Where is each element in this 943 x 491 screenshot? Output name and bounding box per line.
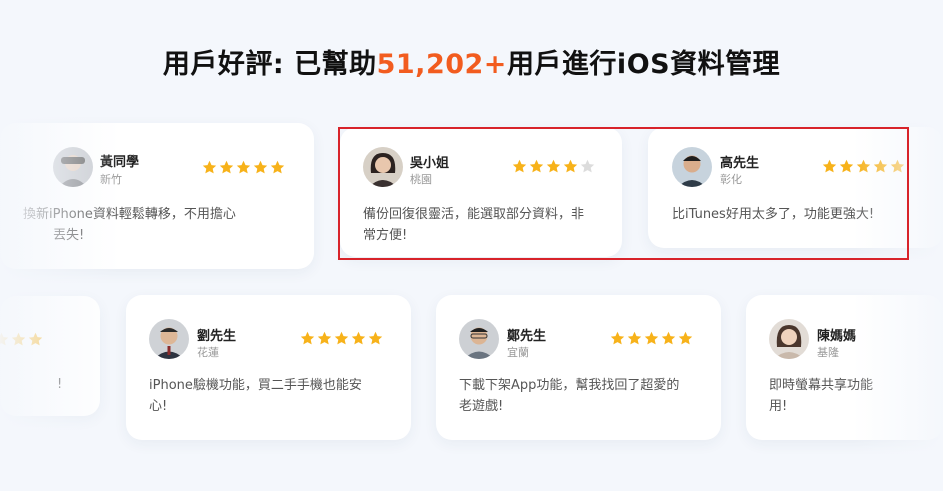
reviewer-city: 宜蘭 xyxy=(507,346,529,359)
star-empty-icon xyxy=(580,159,595,173)
star-filled-icon xyxy=(644,331,659,345)
reviewer-name: 黃同學 xyxy=(100,155,140,170)
review-text: 下載下架App功能，幫我找回了超愛的 老遊戲! xyxy=(459,378,680,414)
review-text: 換新iPhone資料輕鬆轉移，不用擔心 丟失! xyxy=(23,207,236,243)
rating-stars xyxy=(822,159,905,174)
star-filled-icon xyxy=(236,160,251,174)
review-text: 即時螢幕共享功能 用! xyxy=(769,378,874,414)
star-filled-icon xyxy=(253,160,268,174)
avatar xyxy=(769,319,809,359)
reviewer-name: 陳媽媽 xyxy=(817,329,857,344)
review-card: 劉先生 花蓮 iPhone驗機功能，買二手手機也能安 心! xyxy=(126,295,411,440)
review-card: 高先生 彰化 比iTunes好用太多了，功能更強大! xyxy=(648,127,943,248)
reviewer-name: 吳小姐 xyxy=(410,156,450,171)
star-filled-icon xyxy=(368,331,383,345)
reviewer-city: 花蓮 xyxy=(197,346,219,359)
heading-prefix: 用戶好評: 已幫助 xyxy=(162,49,377,80)
star-filled-icon xyxy=(219,160,234,174)
review-text: 備份回復很靈活，能選取部分資料，非 常方便! xyxy=(363,207,585,243)
star-filled-icon xyxy=(839,159,854,173)
star-filled-icon xyxy=(678,331,693,345)
review-text: 比iTunes好用太多了，功能更強大! xyxy=(672,207,875,222)
avatar xyxy=(363,147,403,187)
star-filled-icon xyxy=(529,159,544,173)
star-filled-icon xyxy=(317,331,332,345)
star-filled-icon xyxy=(11,332,26,346)
reviewer-city: 新竹 xyxy=(100,173,122,186)
star-filled-icon xyxy=(300,331,315,345)
reviewer-city: 彰化 xyxy=(720,173,742,186)
reviewer-name: 高先生 xyxy=(720,156,760,171)
star-filled-icon xyxy=(28,332,43,346)
reviewer-city: 基隆 xyxy=(817,346,839,359)
avatar xyxy=(149,319,189,359)
star-filled-icon xyxy=(873,159,888,173)
star-filled-icon xyxy=(202,160,217,174)
star-filled-icon xyxy=(334,331,349,345)
reviewer-name: 劉先生 xyxy=(197,329,237,344)
star-filled-icon xyxy=(512,159,527,173)
reviewer-name: 鄭先生 xyxy=(507,329,547,344)
rating-stars xyxy=(610,331,693,346)
user-count: 51,202+ xyxy=(376,49,507,80)
review-card: ! xyxy=(0,296,100,416)
rating-stars xyxy=(202,160,285,175)
review-card: 陳媽媽 基隆 即時螢幕共享功能 用! xyxy=(746,295,943,440)
star-filled-icon xyxy=(661,331,676,345)
star-filled-icon xyxy=(546,159,561,173)
star-filled-icon xyxy=(0,332,9,346)
review-text: iPhone驗機功能，買二手手機也能安 心! xyxy=(149,378,362,414)
rating-stars xyxy=(0,332,43,347)
reviewer-city: 桃園 xyxy=(410,173,432,186)
star-filled-icon xyxy=(822,159,837,173)
star-filled-icon xyxy=(270,160,285,174)
review-card: 鄭先生 宜蘭 下載下架App功能，幫我找回了超愛的 老遊戲! xyxy=(436,295,721,440)
section-heading: 用戶好評: 已幫助51,202+用戶進行iOS資料管理 xyxy=(0,42,943,81)
star-filled-icon xyxy=(627,331,642,345)
review-text: ! xyxy=(57,377,63,392)
heading-suffix: 用戶進行iOS資料管理 xyxy=(506,49,781,80)
avatar xyxy=(53,147,93,187)
star-filled-icon xyxy=(351,331,366,345)
review-card: 吳小姐 桃園 備份回復很靈活，能選取部分資料，非 常方便! xyxy=(340,127,622,257)
review-card: 黃同學 新竹 換新iPhone資料輕鬆轉移，不用擔心 丟失! xyxy=(0,123,314,269)
star-filled-icon xyxy=(610,331,625,345)
rating-stars xyxy=(512,159,595,174)
avatar xyxy=(459,319,499,359)
star-filled-icon xyxy=(856,159,871,173)
avatar xyxy=(672,147,712,187)
star-filled-icon xyxy=(890,159,905,173)
star-filled-icon xyxy=(563,159,578,173)
rating-stars xyxy=(300,331,383,346)
